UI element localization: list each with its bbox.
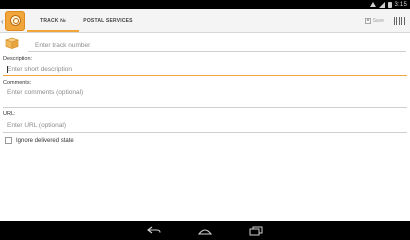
ignore-delivered-row[interactable]: Ignore delivered state — [5, 136, 74, 145]
url-label: URL: — [3, 111, 16, 117]
tab-postal-services[interactable]: POSTAL SERVICES — [80, 9, 136, 32]
save-icon — [364, 17, 371, 24]
ignore-delivered-checkbox[interactable] — [5, 137, 12, 144]
wifi-icon — [369, 2, 376, 7]
app-home-button[interactable]: ‹ — [0, 11, 26, 31]
comments-label: Comments: — [3, 80, 32, 86]
save-button[interactable]: Save — [364, 17, 384, 24]
description-label: Description: — [3, 56, 33, 62]
tab-postal-services-label: POSTAL SERVICES — [83, 17, 133, 24]
barcode-icon[interactable] — [394, 16, 405, 25]
recents-icon — [249, 226, 263, 235]
navigation-bar — [0, 221, 410, 240]
recents-button[interactable] — [248, 225, 264, 236]
battery-icon — [387, 1, 392, 8]
back-icon — [147, 226, 161, 234]
signal-icon — [378, 1, 385, 8]
status-clock: 3:15 — [394, 1, 407, 8]
tab-track-number-label: TRACK № — [40, 17, 66, 24]
home-button[interactable] — [197, 225, 213, 236]
status-icons: 3:15 — [369, 0, 407, 9]
action-bar: ‹ TRACK № POSTAL SERVICES Save — [0, 9, 410, 33]
track-number-input[interactable] — [28, 36, 406, 52]
back-button[interactable] — [146, 225, 162, 236]
ignore-delivered-label: Ignore delivered state — [16, 137, 74, 144]
box-icon — [5, 37, 19, 49]
text-cursor — [7, 66, 8, 73]
track-number-row — [4, 36, 406, 52]
tab-track-number[interactable]: TRACK № — [27, 9, 79, 32]
comments-input[interactable] — [3, 87, 407, 108]
action-bar-actions: Save — [364, 9, 405, 32]
home-icon — [197, 229, 213, 235]
app-screen: 3:15 ‹ TRACK № POSTAL SERVICES Save Ente… — [0, 0, 410, 240]
status-bar: 3:15 — [0, 0, 410, 9]
package-tracker-logo-icon — [5, 11, 25, 31]
description-input[interactable] — [3, 63, 407, 76]
url-input[interactable] — [3, 118, 407, 133]
save-label: Save — [372, 17, 384, 24]
